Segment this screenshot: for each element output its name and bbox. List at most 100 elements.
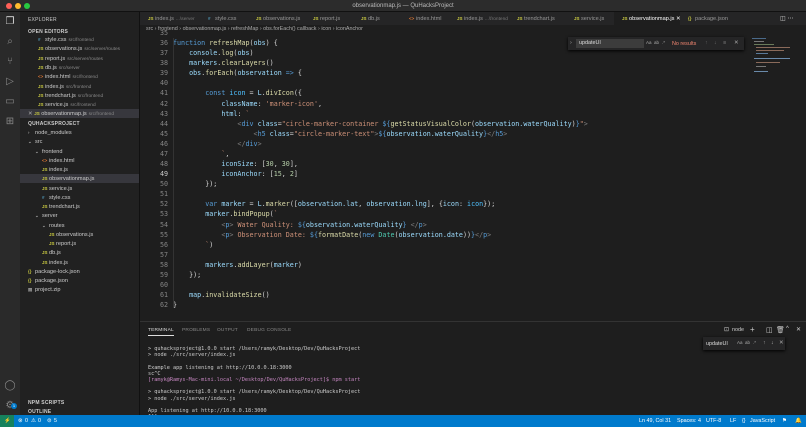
tree-item[interactable]: ⌄server [20,211,139,220]
code-editor[interactable]: 3536function refreshMap(obs) {37 console… [140,30,806,320]
tree-item[interactable]: JStrendchart.js [20,202,139,211]
tab-problems[interactable]: PROBLEMS [182,328,210,333]
search-icon[interactable]: ⌕ [4,36,16,48]
tree-item[interactable]: ⌄frontend [20,147,139,156]
tab-debug-console[interactable]: DEBUG CONSOLE [247,328,291,333]
close-panel-button[interactable]: ✕ [796,326,801,333]
language-mode[interactable]: JavaScript [750,418,775,424]
whole-word-button[interactable]: ab [654,40,659,45]
tab-terminal[interactable]: TERMINAL [148,328,174,336]
tab-output[interactable]: OUTPUT [217,328,238,333]
tree-item[interactable]: JSservice.js [20,184,139,193]
tree-item[interactable]: ›node_modules [20,128,139,137]
feedback-icon[interactable]: ⚑ [782,418,787,424]
warning-count[interactable]: 0 [38,418,41,424]
tab-package-json[interactable]: {}package.json [680,12,728,25]
explorer-icon[interactable]: ❐ [4,16,16,28]
error-count[interactable]: 0 [25,418,28,424]
tab-service-js[interactable]: JSservice.js [566,12,614,25]
cursor-position[interactable]: Ln 49, Col 31 [639,418,671,424]
account-icon[interactable]: ◯ [4,380,16,392]
match-case-button[interactable]: Aa [646,40,652,45]
split-editor-icon[interactable]: ◫ ⋯ [780,15,793,22]
tree-item[interactable]: #style.css [20,193,139,202]
open-editor-item[interactable]: JStrendchart.jssrc/frontend [20,91,139,100]
open-editor-item[interactable]: JSreport.jssrc/server/routes [20,54,139,63]
tab-index-html[interactable]: <>index.html [401,12,449,25]
tab-style-css[interactable]: #style.css [200,12,248,25]
tab-observationmap-js[interactable]: JSobservationmap.js ✕ [614,12,680,25]
tree-item[interactable]: ⌄routes [20,221,139,230]
next-match-icon[interactable]: ↓ [771,340,774,346]
tree-item[interactable]: {}package.json [20,276,139,285]
tab-index-js[interactable]: JSindex.js...\frontend [449,12,509,25]
open-editor-item[interactable]: #style.csssrc/frontend [20,35,139,44]
tree-item[interactable]: ⌄src [20,137,139,146]
file-name: index.html [49,158,75,164]
encoding[interactable]: UTF-8 [706,418,721,424]
toggle-replace-icon[interactable]: › [570,40,572,46]
tree-item[interactable]: JSdb.js [20,248,139,257]
code-token: marker [221,200,245,208]
new-terminal-button[interactable]: + [750,325,755,334]
source-control-icon[interactable]: ⑂ [4,56,16,68]
tab-db-js[interactable]: JSdb.js [353,12,401,25]
regex-button[interactable]: .* [753,340,756,345]
tab-observations-js[interactable]: JSobservations.js [248,12,305,25]
code-line: markers.addLayer(marker) [173,261,302,269]
js-file-icon: JS [361,12,368,25]
open-editor-item[interactable]: JSservice.jssrc/frontend [20,100,139,109]
ports-count[interactable]: 5 [54,418,57,424]
indentation[interactable]: Spaces: 4 [677,418,701,424]
file-name: report.js [56,241,76,247]
shell-selector[interactable]: node [732,327,744,333]
tree-item[interactable]: {}package-lock.json [20,267,139,276]
tree-item[interactable]: JSobservationmap.js [20,174,139,183]
tab-index-js[interactable]: JSindex.js...\server [140,12,200,25]
split-terminal-button[interactable]: ◫ [766,326,773,334]
trash-icon[interactable]: 🗑 [776,326,785,334]
tab-trendchart-js[interactable]: JStrendchart.js [509,12,566,25]
code-line: obs.forEach(observation => { [173,69,302,77]
tree-item[interactable]: ▤project.zip [20,285,139,294]
remote-explorer-icon[interactable]: ▭ [4,96,16,108]
close-find-icon[interactable]: ✕ [734,40,739,46]
file-name: db.js [49,250,61,256]
close-find-icon[interactable]: ✕ [779,340,784,346]
minimap[interactable] [752,38,792,78]
regex-button[interactable]: .* [662,40,665,45]
npm-scripts-header[interactable]: NPM SCRIPTS [28,400,64,406]
open-editor-item[interactable]: JSdb.jssrc/server [20,63,139,72]
find-input[interactable]: updateUI [576,39,644,48]
open-editor-item[interactable]: ✕ JSobservationmap.jssrc/frontend [20,109,139,118]
previous-match-icon[interactable]: ↑ [763,340,766,346]
code-token: </ [411,221,419,229]
terminal-output[interactable]: > quhacksproject@1.0.0 start /Users/ramy… [148,346,360,420]
line-ending[interactable]: LF [730,418,736,424]
js-file-icon: JS [517,12,524,25]
code-token: )) [463,231,471,239]
run-debug-icon[interactable]: ▷ [4,76,16,88]
whole-word-button[interactable]: ab [745,340,750,345]
notifications-icon[interactable]: 🔔 [795,418,802,424]
open-editor-item[interactable]: JSindex.jssrc/frontend [20,82,139,91]
tree-item[interactable]: JSreport.js [20,239,139,248]
open-editor-item[interactable]: JSobservations.jssrc/server/routes [20,44,139,53]
tab-report-js[interactable]: JSreport.js [305,12,353,25]
find-in-selection-icon[interactable]: ≡ [723,40,726,46]
terminal-find-input[interactable]: updateUI [706,341,728,347]
match-case-button[interactable]: Aa [737,340,743,345]
tree-item[interactable]: JSindex.js [20,258,139,267]
project-header[interactable]: QUHACKSPROJECT [28,121,80,127]
code-token: , [318,100,322,108]
maximize-panel-button[interactable]: ^ [786,326,789,332]
tree-item[interactable]: <>index.html [20,156,139,165]
tree-item[interactable]: JSindex.js [20,165,139,174]
code-token: , [282,170,290,178]
remote-indicator[interactable]: ⚡ [0,415,14,427]
open-editor-item[interactable]: <>index.htmlsrc/frontend [20,72,139,81]
previous-match-icon[interactable]: ↑ [705,40,708,46]
next-match-icon[interactable]: ↓ [714,40,717,46]
tree-item[interactable]: JSobservations.js [20,230,139,239]
extensions-icon[interactable]: ⊞ [4,116,16,128]
